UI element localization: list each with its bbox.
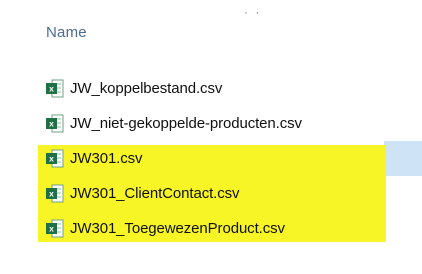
excel-csv-icon: x bbox=[46, 219, 64, 238]
file-row-selected[interactable]: x JW301.csv bbox=[0, 141, 422, 176]
excel-csv-icon: x bbox=[46, 79, 64, 98]
name-column-header[interactable]: Name bbox=[46, 24, 87, 41]
svg-text:x: x bbox=[49, 189, 54, 199]
file-name: JW301_ClientContact.csv bbox=[70, 185, 240, 202]
svg-text:x: x bbox=[49, 84, 54, 94]
file-list: x JW_koppelbestand.csv x JW_niet-gekoppe… bbox=[0, 71, 422, 246]
excel-csv-icon: x bbox=[46, 149, 64, 168]
column-sort-indicator: · · bbox=[244, 5, 262, 19]
column-header-bar: · · Name bbox=[0, 0, 422, 56]
file-row[interactable]: x JW_koppelbestand.csv bbox=[0, 71, 422, 106]
file-name: JW_koppelbestand.csv bbox=[70, 80, 223, 97]
file-name: JW301.csv bbox=[70, 150, 143, 167]
file-row[interactable]: x JW301_ToegewezenProduct.csv bbox=[0, 211, 422, 246]
svg-text:x: x bbox=[49, 119, 54, 129]
excel-csv-icon: x bbox=[46, 114, 64, 133]
excel-csv-icon: x bbox=[46, 184, 64, 203]
file-row[interactable]: x JW301_ClientContact.csv bbox=[0, 176, 422, 211]
svg-text:x: x bbox=[49, 154, 54, 164]
file-name: JW_niet-gekoppelde-producten.csv bbox=[70, 115, 302, 132]
svg-text:x: x bbox=[49, 224, 54, 234]
file-row[interactable]: x JW_niet-gekoppelde-producten.csv bbox=[0, 106, 422, 141]
file-name: JW301_ToegewezenProduct.csv bbox=[70, 220, 285, 237]
